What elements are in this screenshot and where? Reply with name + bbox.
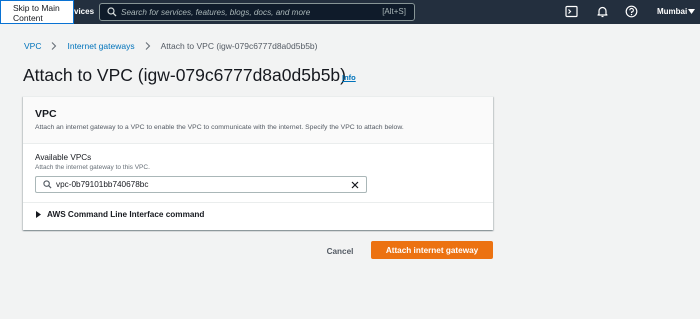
cancel-button[interactable]: Cancel [318,243,362,259]
breadcrumb-current-page: Attach to VPC (igw-079c6777d8a0d5b5b) [160,41,318,51]
search-icon [43,180,52,189]
global-search-box[interactable]: [Alt+S] [99,3,415,21]
available-vpcs-description: Attach the internet gateway to this VPC. [35,164,150,171]
container-title: VPC [35,108,57,120]
chevron-right-icon [52,42,57,50]
info-link[interactable]: Info [342,73,356,82]
services-menu-label[interactable]: vices [74,7,94,16]
cli-command-expander[interactable]: AWS Command Line Interface command [35,210,204,219]
attach-internet-gateway-button[interactable]: Attach internet gateway [371,241,493,259]
cloudshell-icon[interactable] [565,5,578,18]
bell-icon[interactable] [596,5,609,18]
global-search-input[interactable] [121,6,371,18]
vpc-container: VPC Attach an internet gateway to a VPC … [23,96,493,230]
available-vpcs-input[interactable] [56,179,336,190]
page-title: Attach to VPC (igw-079c6777d8a0d5b5b) [23,65,346,85]
search-icon [107,7,117,17]
chevron-right-icon [145,42,150,50]
breadcrumb: VPC Internet gateways Attach to VPC (igw… [24,41,317,51]
available-vpcs-autosuggest[interactable] [35,176,367,193]
help-icon[interactable] [625,5,638,18]
available-vpcs-label: Available VPCs [35,153,92,162]
search-shortcut-hint: [Alt+S] [382,7,406,16]
divider [23,202,493,203]
chevron-down-icon[interactable] [688,9,695,15]
breadcrumb-vpc-link[interactable]: VPC [24,41,41,51]
skip-to-main-content-link[interactable]: Skip to Main Content [0,0,74,24]
cli-command-label: AWS Command Line Interface command [47,210,205,219]
top-navigation-bar: Skip to Main Content vices [Alt+S] Mumba… [0,0,700,24]
breadcrumb-internet-gateways-link[interactable]: Internet gateways [67,41,134,51]
region-selector[interactable]: Mumbai [657,7,687,16]
caret-right-icon [36,211,41,218]
close-icon[interactable] [351,181,359,189]
container-header: VPC Attach an internet gateway to a VPC … [23,97,493,144]
container-description: Attach an internet gateway to a VPC to e… [35,124,404,131]
